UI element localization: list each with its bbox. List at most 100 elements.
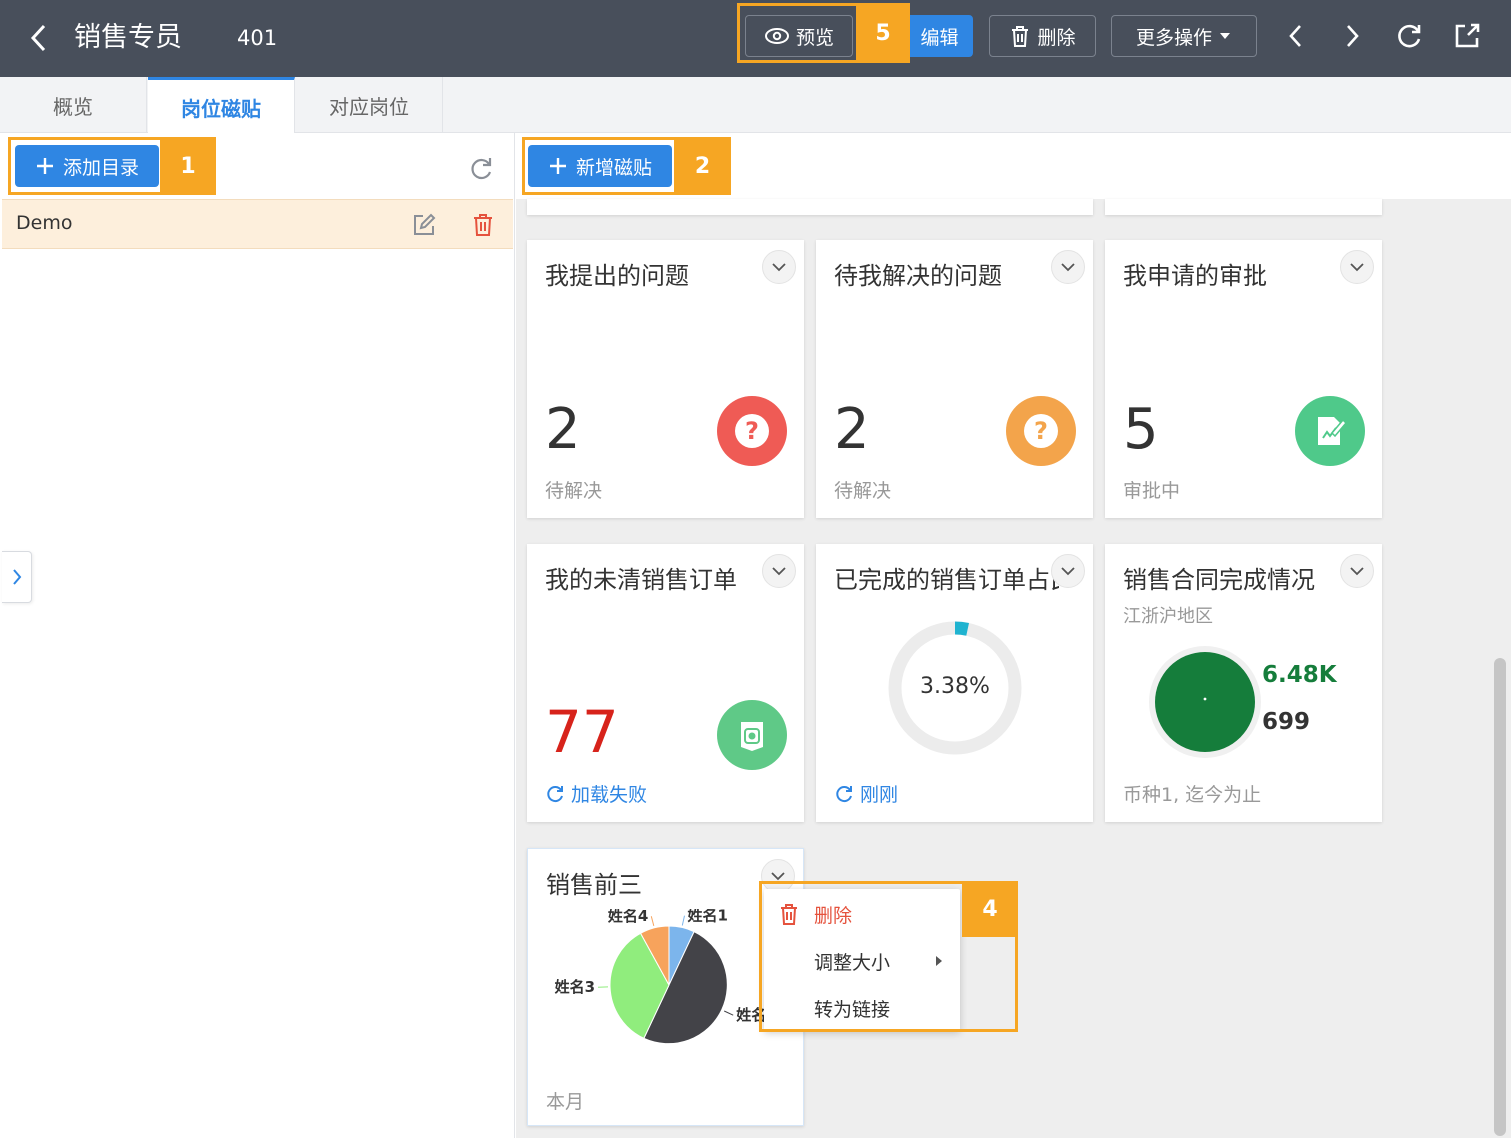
tile-title: 已完成的销售订单占比 (834, 566, 1059, 594)
menu-item-convert-link[interactable]: 转为链接 (764, 985, 960, 1031)
back-button[interactable] (22, 18, 56, 58)
eye-icon (764, 28, 789, 44)
donut-fill (1155, 652, 1255, 752)
callout-badge: 1 (160, 137, 216, 195)
preview-label: 预览 (795, 26, 834, 49)
catalog-item[interactable]: Demo (2, 199, 513, 249)
preview-button[interactable]: 预览 (745, 15, 853, 57)
add-tile-label: 新增磁贴 (575, 156, 652, 179)
tiles-panel: 新增磁贴 我提出的问题 2 ? 待解决 待我解决的问题 2 ? 待解决 我申请的… (516, 133, 1511, 1138)
tab-related-positions[interactable]: 对应岗位 (296, 77, 443, 133)
tile-title: 销售合同完成情况 (1123, 566, 1315, 594)
refresh-icon (471, 158, 492, 180)
tile-footer[interactable]: 加载失败 (545, 780, 647, 807)
tile-menu-button[interactable] (1340, 554, 1374, 588)
tile-menu-button[interactable] (761, 859, 795, 893)
tile-partial (527, 199, 1093, 215)
pie-leader-line (723, 1010, 734, 1016)
tile-value: 5 (1123, 397, 1159, 462)
delete-label: 删除 (1037, 26, 1076, 49)
tile-footer: 本月 (546, 1091, 585, 1113)
tab-bar: 概览 岗位磁贴 对应岗位 (0, 77, 1511, 134)
tile-subtitle: 江浙沪地区 (1123, 606, 1213, 627)
tile-title: 待我解决的问题 (834, 262, 1002, 290)
edit-label: 编辑 (920, 26, 959, 49)
tile-menu-button[interactable] (1340, 250, 1374, 284)
pie-leader-line (650, 916, 655, 927)
tile-footer-label: 加载失败 (571, 784, 648, 806)
add-tile-button[interactable]: 新增磁贴 (528, 145, 672, 187)
menu-item-resize[interactable]: 调整大小 (764, 938, 960, 984)
tile-my-issues[interactable]: 我提出的问题 2 ? 待解决 (527, 240, 804, 518)
caret-down-icon (1220, 33, 1230, 39)
tile-footer: 待解决 (834, 480, 892, 502)
edit-button[interactable]: 编辑 (906, 15, 973, 57)
callout-badge: 4 (962, 881, 1018, 937)
tile-menu-button[interactable] (1051, 250, 1085, 284)
more-actions-button[interactable]: 更多操作 (1111, 15, 1257, 57)
tile-issues-to-resolve[interactable]: 待我解决的问题 2 ? 待解决 (816, 240, 1093, 518)
tile-context-menu: 删除 调整大小 转为链接 (764, 889, 960, 1031)
tile-top3-sales[interactable]: 销售前三 姓名1 姓名2 姓名3 姓名4 本月 (527, 848, 804, 1126)
caret-right-icon (936, 956, 942, 966)
tile-title: 我提出的问题 (545, 262, 689, 290)
callout-badge: 5 (856, 3, 910, 63)
tile-title: 销售前三 (546, 871, 642, 899)
question-icon: ? (717, 396, 787, 466)
callout-badge: 2 (674, 137, 731, 195)
tab-position-tiles[interactable]: 岗位磁贴 (148, 77, 295, 134)
more-actions-label: 更多操作 (1135, 26, 1212, 49)
next-button[interactable] (1331, 15, 1373, 57)
chevron-down-icon (1061, 567, 1075, 576)
tile-menu-button[interactable] (762, 250, 796, 284)
refresh-button[interactable] (1388, 15, 1430, 57)
tile-contract-completion[interactable]: 销售合同完成情况 江浙沪地区 6.48K 699 币种1, 迄今为止 (1105, 544, 1382, 822)
question-icon: ? (1006, 396, 1076, 466)
open-external-button[interactable] (1446, 15, 1488, 57)
chevron-down-icon (1061, 263, 1075, 272)
expand-panel-button[interactable] (2, 551, 32, 603)
page-code: 401 (237, 26, 278, 50)
trash-icon[interactable] (467, 209, 499, 241)
chevron-right-icon (1347, 25, 1359, 47)
menu-item-delete[interactable]: 删除 (764, 891, 960, 937)
pie-label: 姓名3 (555, 978, 595, 996)
edit-icon[interactable] (408, 209, 440, 241)
tile-completed-orders-ratio[interactable]: 已完成的销售订单占比 3.38% 刚刚 (816, 544, 1093, 822)
menu-item-label: 转为链接 (814, 998, 891, 1021)
add-catalog-label: 添加目录 (62, 156, 139, 179)
scrollbar[interactable] (1494, 658, 1506, 1136)
chevron-down-icon (1350, 263, 1364, 272)
tile-footer: 待解决 (545, 480, 603, 502)
tile-my-approvals[interactable]: 我申请的审批 5 审批中 (1105, 240, 1382, 518)
refresh-icon (1398, 24, 1421, 48)
trash-icon (1012, 26, 1029, 47)
catalog-item-name: Demo (16, 212, 73, 234)
page-title: 销售专员 (74, 22, 182, 53)
chevron-down-icon (771, 872, 785, 881)
document-edit-icon (1295, 396, 1365, 466)
tile-footer[interactable]: 刚刚 (834, 780, 898, 807)
prev-button[interactable] (1275, 15, 1317, 57)
tab-overview[interactable]: 概览 (0, 77, 147, 133)
pie-label: 姓名4 (608, 909, 648, 925)
tile-open-sales-orders[interactable]: 我的未清销售订单 77 加载失败 (527, 544, 804, 822)
tile-menu-button[interactable] (1051, 554, 1085, 588)
svg-text:?: ? (1034, 417, 1048, 445)
chevron-down-icon (772, 567, 786, 576)
chevron-left-icon (1289, 25, 1301, 47)
target-value: 699 (1262, 709, 1311, 735)
tile-footer: 审批中 (1123, 480, 1181, 502)
tile-title: 我的未清销售订单 (545, 566, 737, 594)
add-catalog-button[interactable]: 添加目录 (15, 145, 159, 187)
trash-icon (781, 904, 797, 925)
donut-center (1203, 697, 1207, 701)
tile-menu-button[interactable] (762, 554, 796, 588)
refresh-icon (547, 785, 563, 802)
actual-value: 6.48K (1262, 662, 1337, 688)
plus-icon (36, 158, 53, 174)
tile-value: 77 (545, 698, 619, 766)
catalog-refresh-button[interactable] (462, 150, 500, 188)
delete-button[interactable]: 删除 (989, 15, 1096, 57)
svg-text:?: ? (745, 417, 759, 445)
